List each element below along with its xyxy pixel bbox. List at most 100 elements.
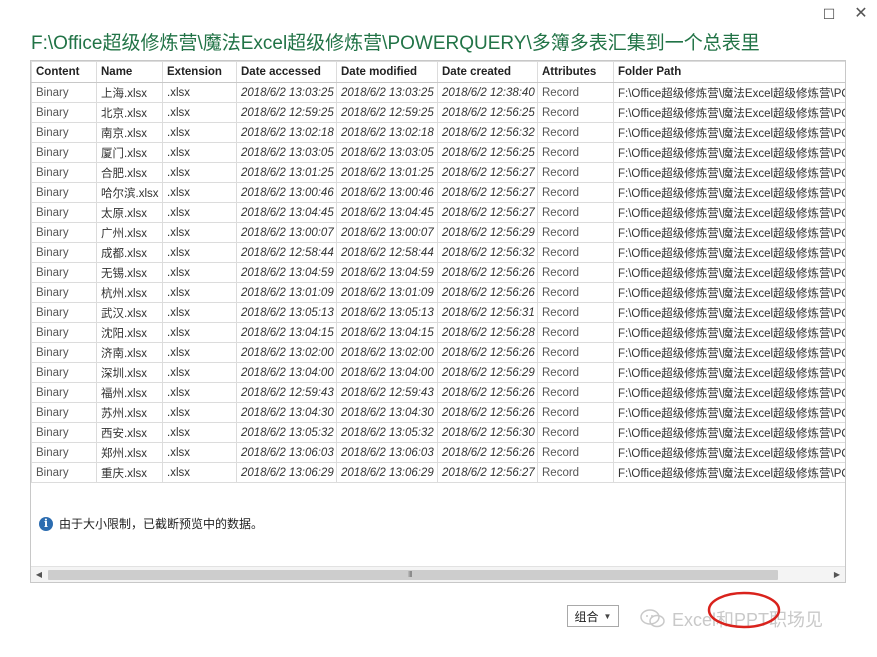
maximize-button[interactable]: ☐ (819, 4, 839, 24)
table-cell: 2018/6/2 13:04:30 (236, 402, 337, 423)
table-cell: 杭州.xlsx (96, 282, 163, 303)
table-row[interactable]: Binary 济南.xlsx .xlsx 2018/6/2 13:02:00 2018/… (31, 342, 845, 363)
table-cell[interactable]: Binary (31, 182, 97, 203)
table-row[interactable]: Binary 成都.xlsx .xlsx 2018/6/2 12:58:44 2018/… (31, 242, 845, 263)
table-row[interactable]: Binary 杭州.xlsx .xlsx 2018/6/2 13:01:09 2018/… (31, 282, 845, 303)
table-cell: 无锡.xlsx (96, 262, 163, 283)
table-cell[interactable]: Binary (31, 382, 97, 403)
preview-grid: Content Name Extension Date accessed Date mo… (30, 60, 846, 583)
close-button[interactable]: ✕ (851, 4, 871, 24)
table-cell: 广州.xlsx (96, 222, 163, 243)
table-cell[interactable]: Record (537, 422, 614, 443)
table-cell[interactable]: Record (537, 182, 614, 203)
table-cell[interactable]: Record (537, 342, 614, 363)
table-cell[interactable]: Record (537, 382, 614, 403)
table-cell: 苏州.xlsx (96, 402, 163, 423)
table-cell: F:\Office超级修炼营\魔法Excel超级修炼营\PO (613, 102, 845, 123)
table-cell: 2018/6/2 13:03:25 (236, 82, 337, 103)
column-header[interactable]: Name (96, 61, 163, 83)
table-cell: F:\Office超级修炼营\魔法Excel超级修炼营\PO (613, 422, 845, 443)
table-row[interactable]: Binary 沈阳.xlsx .xlsx 2018/6/2 13:04:15 2018/… (31, 322, 845, 343)
table-row[interactable]: Binary 重庆.xlsx .xlsx 2018/6/2 13:06:29 2018/… (31, 462, 845, 483)
table-cell: .xlsx (162, 222, 237, 243)
table-cell[interactable]: Record (537, 262, 614, 283)
table-cell[interactable]: Record (537, 282, 614, 303)
table-cell[interactable]: Binary (31, 122, 97, 143)
table-cell[interactable]: Record (537, 202, 614, 223)
table-cell[interactable]: Record (537, 162, 614, 183)
table-row[interactable]: Binary 苏州.xlsx .xlsx 2018/6/2 13:04:30 2018/… (31, 402, 845, 423)
table-cell[interactable]: Binary (31, 282, 97, 303)
table-row[interactable]: Binary 合肥.xlsx .xlsx 2018/6/2 13:01:25 2018/… (31, 162, 845, 183)
table-row[interactable]: Binary 郑州.xlsx .xlsx 2018/6/2 13:06:03 2018/… (31, 442, 845, 463)
table-row[interactable]: Binary 上海.xlsx .xlsx 2018/6/2 13:03:25 2018/… (31, 82, 845, 103)
table-cell[interactable]: Binary (31, 82, 97, 103)
table-cell[interactable]: Record (537, 462, 614, 483)
table-cell[interactable]: Record (537, 402, 614, 423)
column-header[interactable]: Content (31, 61, 97, 83)
table-row[interactable]: Binary 福州.xlsx .xlsx 2018/6/2 12:59:43 2018/… (31, 382, 845, 403)
column-header[interactable]: Date modified (336, 61, 438, 83)
table-cell[interactable]: Binary (31, 142, 97, 163)
table-cell[interactable]: Record (537, 242, 614, 263)
table-cell[interactable]: Binary (31, 262, 97, 283)
table-cell[interactable]: Record (537, 142, 614, 163)
column-header[interactable]: Attributes (537, 61, 614, 83)
table-cell: F:\Office超级修炼营\魔法Excel超级修炼营\PO (613, 122, 845, 143)
table-row[interactable]: Binary 厦门.xlsx .xlsx 2018/6/2 13:03:05 2018/… (31, 142, 845, 163)
table-cell[interactable]: Record (537, 102, 614, 123)
table-cell: F:\Office超级修炼营\魔法Excel超级修炼营\PO (613, 222, 845, 243)
table-cell[interactable]: Binary (31, 442, 97, 463)
table-cell[interactable]: Binary (31, 162, 97, 183)
table-cell: 2018/6/2 12:56:26 (437, 442, 538, 463)
combine-dropdown-button[interactable]: 组合 ▼ (567, 605, 619, 627)
table-cell: 2018/6/2 13:03:05 (336, 142, 438, 163)
table-row[interactable]: Binary 西安.xlsx .xlsx 2018/6/2 13:05:32 2018/… (31, 422, 845, 443)
table-row[interactable]: Binary 哈尔滨.xlsx .xlsx 2018/6/2 13:00:46 2018… (31, 182, 845, 203)
column-header[interactable]: Date created (437, 61, 538, 83)
table-cell[interactable]: Record (537, 362, 614, 383)
table-row[interactable]: Binary 广州.xlsx .xlsx 2018/6/2 13:00:07 2018/… (31, 222, 845, 243)
table-cell[interactable]: Binary (31, 462, 97, 483)
table-cell[interactable]: Record (537, 82, 614, 103)
table-cell[interactable]: Binary (31, 242, 97, 263)
table-cell[interactable]: Binary (31, 342, 97, 363)
table-cell: .xlsx (162, 362, 237, 383)
table-cell: 上海.xlsx (96, 82, 163, 103)
table-cell[interactable]: Binary (31, 402, 97, 423)
table-cell: 2018/6/2 12:59:43 (236, 382, 337, 403)
table-cell[interactable]: Binary (31, 102, 97, 123)
table-row[interactable]: Binary 太原.xlsx .xlsx 2018/6/2 13:04:45 2018/… (31, 202, 845, 223)
table-cell: 郑州.xlsx (96, 442, 163, 463)
table-cell[interactable]: Binary (31, 202, 97, 223)
table-cell[interactable]: Binary (31, 222, 97, 243)
table-cell[interactable]: Record (537, 122, 614, 143)
table-cell: .xlsx (162, 422, 237, 443)
table-cell[interactable]: Binary (31, 322, 97, 343)
table-cell[interactable]: Binary (31, 362, 97, 383)
table-cell[interactable]: Binary (31, 302, 97, 323)
table-cell: 2018/6/2 13:01:09 (236, 282, 337, 303)
table-cell[interactable]: Record (537, 442, 614, 463)
horizontal-scrollbar[interactable]: ◀ III ▶ (31, 566, 845, 582)
table-cell[interactable]: Binary (31, 422, 97, 443)
scroll-thumb[interactable]: III (48, 570, 778, 580)
scroll-right-arrow-icon[interactable]: ▶ (829, 567, 845, 582)
table-cell[interactable]: Record (537, 222, 614, 243)
table-cell: F:\Office超级修炼营\魔法Excel超级修炼营\PO (613, 362, 845, 383)
table-row[interactable]: Binary 南京.xlsx .xlsx 2018/6/2 13:02:18 2018/… (31, 122, 845, 143)
column-header[interactable]: Extension (162, 61, 237, 83)
table-cell[interactable]: Record (537, 302, 614, 323)
table-row[interactable]: Binary 无锡.xlsx .xlsx 2018/6/2 13:04:59 2018/… (31, 262, 845, 283)
column-header[interactable]: Date accessed (236, 61, 337, 83)
scroll-left-arrow-icon[interactable]: ◀ (31, 567, 47, 582)
table-cell: 2018/6/2 13:02:00 (236, 342, 337, 363)
notice-text: 由于大小限制，已截断预览中的数据。 (59, 517, 264, 531)
table-row[interactable]: Binary 武汉.xlsx .xlsx 2018/6/2 13:05:13 2018/… (31, 302, 845, 323)
column-header[interactable]: Folder Path (613, 61, 845, 83)
table-cell: 2018/6/2 13:04:59 (236, 262, 337, 283)
table-row[interactable]: Binary 北京.xlsx .xlsx 2018/6/2 12:59:25 2018/… (31, 102, 845, 123)
table-cell: 太原.xlsx (96, 202, 163, 223)
table-row[interactable]: Binary 深圳.xlsx .xlsx 2018/6/2 13:04:00 2018/… (31, 362, 845, 383)
table-cell[interactable]: Record (537, 322, 614, 343)
